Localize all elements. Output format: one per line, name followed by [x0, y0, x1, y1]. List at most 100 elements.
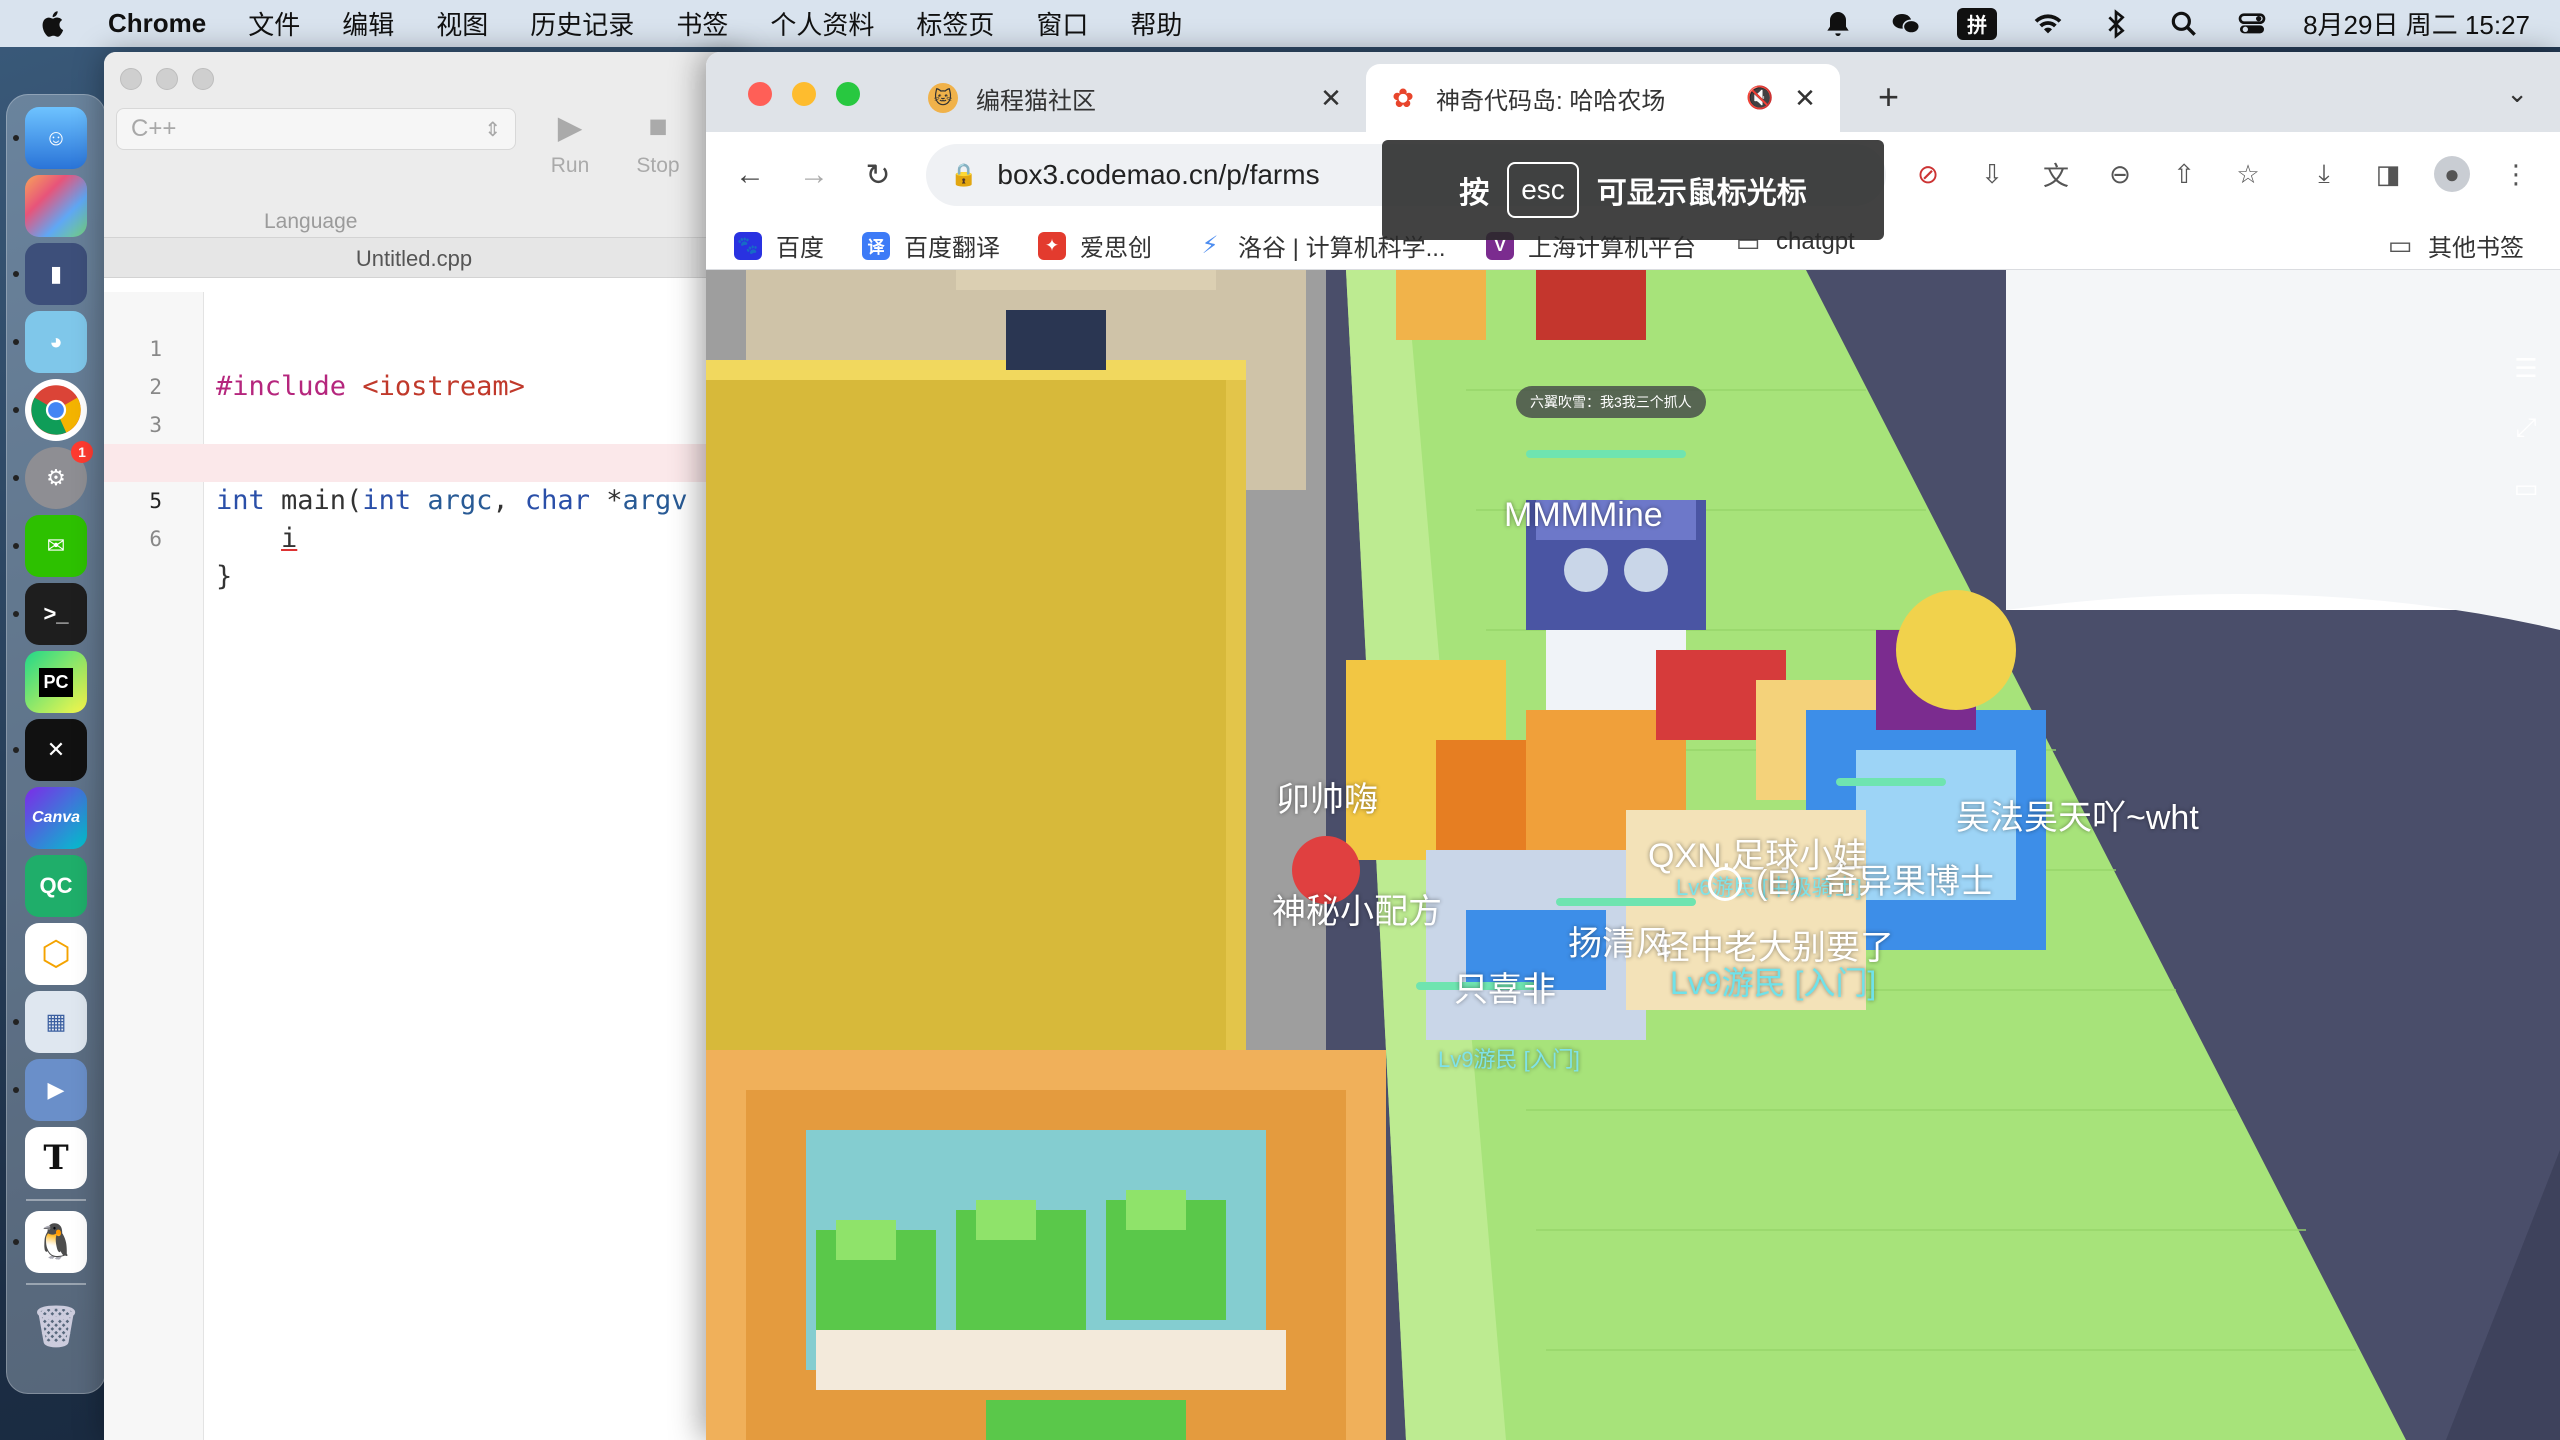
tab-codemao-community[interactable]: 🐱 编程猫社区 ✕	[906, 64, 1366, 132]
close-tab-icon[interactable]: ✕	[1790, 83, 1820, 114]
profile-avatar-icon[interactable]: ●	[2434, 156, 2470, 192]
code-line[interactable]: 2	[104, 330, 744, 399]
chrome-window: 🐱 编程猫社区 ✕ ✿ 神奇代码岛: 哈哈农场 🔇 ✕ + ⌄ ← → ↻ 🔒 …	[706, 52, 2560, 1440]
canva-icon[interactable]: Canva	[25, 787, 87, 849]
chat-icon[interactable]: ▭	[2512, 473, 2540, 503]
camera-blocked-icon[interactable]: ⊘	[1910, 156, 1946, 192]
install-app-icon[interactable]: ⇩	[1974, 156, 2010, 192]
bookmark-baidu[interactable]: 🐾 百度	[734, 228, 824, 263]
chrome-icon[interactable]	[13, 379, 87, 441]
reload-icon[interactable]: ↻	[858, 155, 898, 195]
muted-speaker-icon[interactable]: 🔇	[1746, 85, 1776, 111]
macos-menubar: Chrome 文件 编辑 视图 历史记录 书签 个人资料 标签页 窗口 帮助 拼…	[0, 0, 2560, 47]
game-viewport[interactable]: 六翼吹雪：我3我三个抓人 MMMMine 卯帅嗨 吴法吴天吖~wht QXN.足…	[706, 270, 2560, 1440]
zoom-window-button[interactable]	[192, 68, 214, 90]
code-line[interactable]: 3 using namespace std;	[104, 368, 744, 478]
new-tab-button[interactable]: +	[1878, 76, 1899, 118]
menu-window[interactable]: 窗口	[1015, 5, 1109, 42]
back-arrow-icon[interactable]: ←	[730, 155, 770, 195]
bookmark-star-icon[interactable]: ☆	[2230, 156, 2266, 192]
player-level-label: Lv9游民 [入门]	[1438, 1047, 1580, 1072]
system-settings-icon[interactable]: ⚙ 1	[13, 441, 93, 509]
tab-box3-farm[interactable]: ✿ 神奇代码岛: 哈哈农场 🔇 ✕	[1366, 64, 1840, 132]
run-button[interactable]: ▶ Run	[540, 108, 600, 178]
spotlight-search-icon[interactable]	[2167, 7, 2201, 41]
qc-app-icon[interactable]: QC	[25, 855, 87, 917]
share-icon[interactable]: ⇧	[2166, 156, 2202, 192]
minimize-window-button[interactable]	[156, 68, 178, 90]
fullscreen-icon[interactable]: ⤢	[2512, 412, 2540, 442]
menu-file[interactable]: 文件	[227, 5, 321, 42]
code-area[interactable]: 1 #include <iostream> 2 3 using namespac…	[104, 292, 744, 1440]
close-window-button[interactable]	[748, 82, 772, 106]
run-label: Run	[550, 154, 590, 177]
quicktime-icon[interactable]: ▶	[13, 1059, 87, 1121]
file-tab[interactable]: Untitled.cpp	[104, 238, 724, 278]
menu-tab[interactable]: 标签页	[895, 5, 1015, 42]
dock-separator	[26, 1283, 86, 1285]
zoom-icon[interactable]: ⊖	[2102, 156, 2138, 192]
stop-button[interactable]: ■ Stop	[628, 108, 688, 178]
dock: ☺ ▮ ◕ ⚙ 1 ✉ >_ PC ✕ Canva QC ⬡ ▦ ▶ T 🐧 🗑	[6, 94, 106, 1394]
code-line[interactable]: 1 #include <iostream>	[104, 292, 744, 402]
editor-toolbar: C++ ⇕ ▶ Run ■ Stop Language	[104, 52, 744, 238]
qq-icon[interactable]: 🐧	[13, 1211, 87, 1273]
pycharm-icon[interactable]: PC	[25, 651, 87, 713]
tab-title: 编程猫社区	[976, 87, 1096, 115]
code-line[interactable]: 4 int main(int argc, char *argv	[104, 406, 744, 516]
chevron-updown-icon: ⇕	[484, 118, 501, 141]
menu-edit[interactable]: 编辑	[321, 5, 415, 42]
apple-menu-icon[interactable]	[0, 7, 108, 41]
luogu-icon: ⚡	[1201, 232, 1219, 259]
bell-icon[interactable]	[1821, 7, 1855, 41]
more-menu-icon[interactable]: ⋮	[2498, 156, 2534, 192]
terminal-icon[interactable]: >_	[13, 583, 87, 645]
paw-icon: 🐾	[734, 231, 762, 260]
other-bookmarks-folder[interactable]: ▭ 其他书签	[2386, 228, 2524, 263]
forward-arrow-icon[interactable]: →	[794, 155, 834, 195]
wifi-icon[interactable]	[2031, 7, 2065, 41]
code-line[interactable]: 6 }	[104, 482, 744, 592]
lock-icon[interactable]: 🔒	[950, 162, 977, 188]
bluetooth-icon[interactable]	[2099, 7, 2133, 41]
menubar-clock[interactable]: 8月29日 周二 15:27	[2303, 5, 2530, 42]
menu-bookmarks[interactable]: 书签	[655, 5, 749, 42]
bookmark-baidu-translate[interactable]: 译 百度翻译	[862, 228, 1000, 263]
bookmark-aisichuang[interactable]: ✦ 爱思创	[1038, 228, 1152, 263]
sketch-icon[interactable]: ⬡	[25, 923, 87, 985]
input-method-indicator[interactable]: 拼	[1957, 7, 1998, 40]
tab-title: 神奇代码岛: 哈哈农场	[1436, 87, 1666, 115]
menu-view[interactable]: 视图	[415, 5, 509, 42]
interact-prompt[interactable]: (E)	[1708, 864, 1801, 903]
control-center-icon[interactable]	[2235, 7, 2269, 41]
launchpad-icon[interactable]	[25, 175, 87, 237]
typora-icon[interactable]: T	[25, 1127, 87, 1189]
minimize-window-button[interactable]	[792, 82, 816, 106]
mascot-app-icon[interactable]: ◕	[13, 311, 87, 373]
wechat-status-icon[interactable]	[1889, 7, 1923, 41]
translate-icon[interactable]: 文	[2038, 156, 2074, 192]
side-panel-icon[interactable]: ◨	[2370, 156, 2406, 192]
trash-icon[interactable]: 🗑	[25, 1295, 87, 1357]
menu-history[interactable]: 历史记录	[509, 5, 655, 42]
capcut-icon[interactable]: ✕	[13, 719, 87, 781]
code-line-active[interactable]: 5 i	[104, 444, 744, 554]
hamburger-menu-icon[interactable]: ☰	[2512, 353, 2540, 383]
monitor-app-icon[interactable]: ▮	[13, 243, 87, 305]
preview-icon[interactable]: ▦	[13, 991, 87, 1053]
health-bar	[1526, 450, 1686, 458]
tab-search-chevron-icon[interactable]: ⌄	[2506, 78, 2528, 109]
finder-icon[interactable]: ☺	[13, 107, 87, 169]
close-tab-icon[interactable]: ✕	[1316, 83, 1346, 114]
zoom-window-button[interactable]	[836, 82, 860, 106]
game-side-tools: ☰ ⤢ ▭	[2512, 353, 2540, 503]
menu-help[interactable]: 帮助	[1109, 5, 1203, 42]
menu-profiles[interactable]: 个人资料	[749, 5, 895, 42]
language-value: C++	[131, 115, 177, 142]
menu-app-name[interactable]: Chrome	[108, 8, 227, 39]
language-select[interactable]: C++ ⇕	[116, 108, 516, 150]
downloads-icon[interactable]: ⤓	[2306, 156, 2342, 192]
close-window-button[interactable]	[120, 68, 142, 90]
wechat-icon[interactable]: ✉	[13, 515, 87, 577]
bookmark-label: 百度翻译	[904, 235, 1000, 262]
